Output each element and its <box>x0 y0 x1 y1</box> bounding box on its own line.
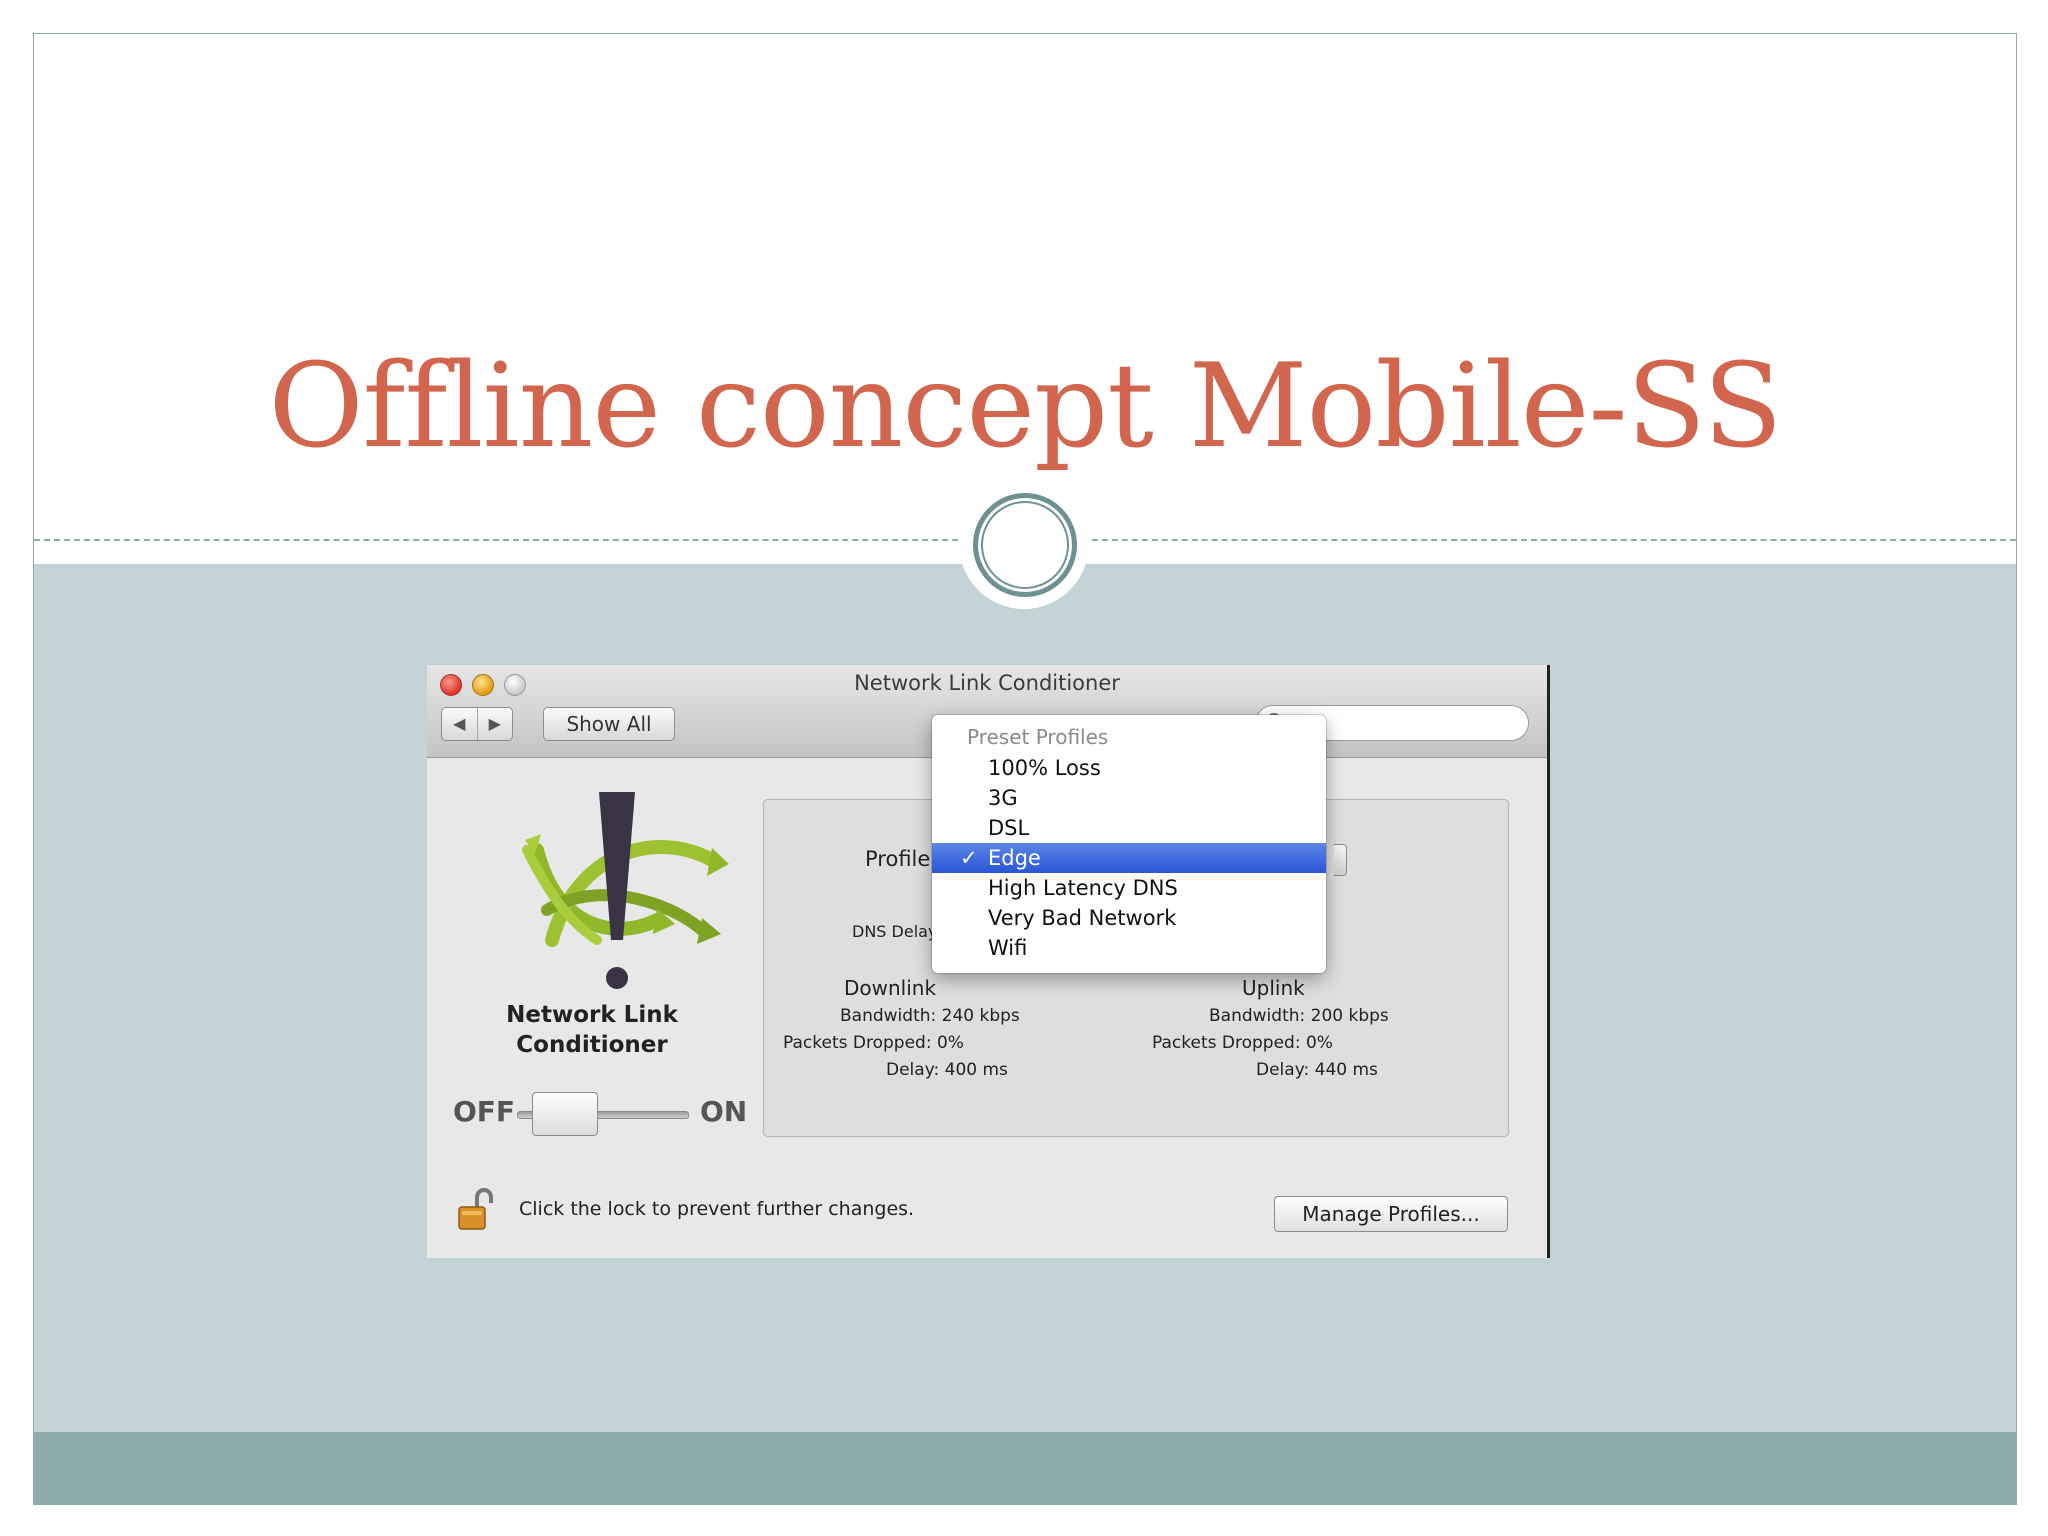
off-label: OFF <box>453 1095 516 1128</box>
back-arrow-icon[interactable]: ◀ <box>442 708 478 740</box>
menu-item-label: Wifi <box>988 936 1028 960</box>
downlink-heading: Downlink <box>844 976 937 1000</box>
checkmark-icon: ✓ <box>960 846 978 870</box>
lock-icon[interactable] <box>457 1187 493 1231</box>
menu-item-label: 100% Loss <box>988 756 1101 780</box>
on-label: ON <box>700 1095 748 1128</box>
menu-item-edge[interactable]: ✓ Edge <box>932 843 1326 873</box>
downlink-packets-dropped: Packets Dropped: 0% <box>783 1033 964 1053</box>
menu-item-wifi[interactable]: Wifi <box>932 933 1326 963</box>
downlink-delay: Delay: 400 ms <box>886 1060 1008 1080</box>
menu-item-label: DSL <box>988 816 1030 840</box>
downlink-bandwidth: Bandwidth: 240 kbps <box>840 1006 1020 1026</box>
manage-profiles-button[interactable]: Manage Profiles... <box>1274 1196 1508 1232</box>
lock-status-text: Click the lock to prevent further change… <box>519 1198 915 1220</box>
profile-popup-button[interactable] <box>1334 844 1347 876</box>
menu-item-label: Edge <box>988 846 1041 870</box>
profile-dropdown-menu: Preset Profiles 100% Loss 3G DSL ✓ Edge H… <box>932 715 1326 973</box>
dns-delay-label: DNS Delay <box>852 922 938 941</box>
back-forward-buttons: ◀ ▶ <box>441 707 513 741</box>
uplink-heading: Uplink <box>1242 976 1305 1000</box>
network-link-conditioner-logo-icon <box>522 792 729 989</box>
menu-item-label: Very Bad Network <box>988 906 1177 930</box>
on-off-switch-knob[interactable] <box>532 1092 598 1136</box>
pref-pane-name: Network Link Conditioner <box>482 1000 702 1060</box>
forward-arrow-icon[interactable]: ▶ <box>478 708 513 740</box>
menu-item-dsl[interactable]: DSL <box>932 813 1326 843</box>
circle-ornament-icon <box>959 479 1089 609</box>
menu-item-very-bad-network[interactable]: Very Bad Network <box>932 903 1326 933</box>
uplink-delay: Delay: 440 ms <box>1256 1060 1378 1080</box>
window-title: Network Link Conditioner <box>854 671 1120 695</box>
menu-section-header: Preset Profiles <box>967 725 1109 749</box>
pref-name-line2: Conditioner <box>516 1032 668 1058</box>
menu-item-label: High Latency DNS <box>988 876 1178 900</box>
uplink-bandwidth: Bandwidth: 200 kbps <box>1209 1006 1389 1026</box>
uplink-packets-dropped: Packets Dropped: 0% <box>1152 1033 1333 1053</box>
menu-item-label: 3G <box>988 786 1018 810</box>
menu-item-3g[interactable]: 3G <box>932 783 1326 813</box>
pref-name-line1: Network Link <box>506 1002 678 1028</box>
show-all-button[interactable]: Show All <box>543 707 675 741</box>
profile-label: Profile <box>865 847 931 871</box>
slide-title: Offline concept Mobile-SS <box>268 339 1782 474</box>
footer-bar <box>34 1432 2016 1504</box>
menu-item-100-loss[interactable]: 100% Loss <box>932 753 1326 783</box>
menu-item-high-latency-dns[interactable]: High Latency DNS <box>932 873 1326 903</box>
